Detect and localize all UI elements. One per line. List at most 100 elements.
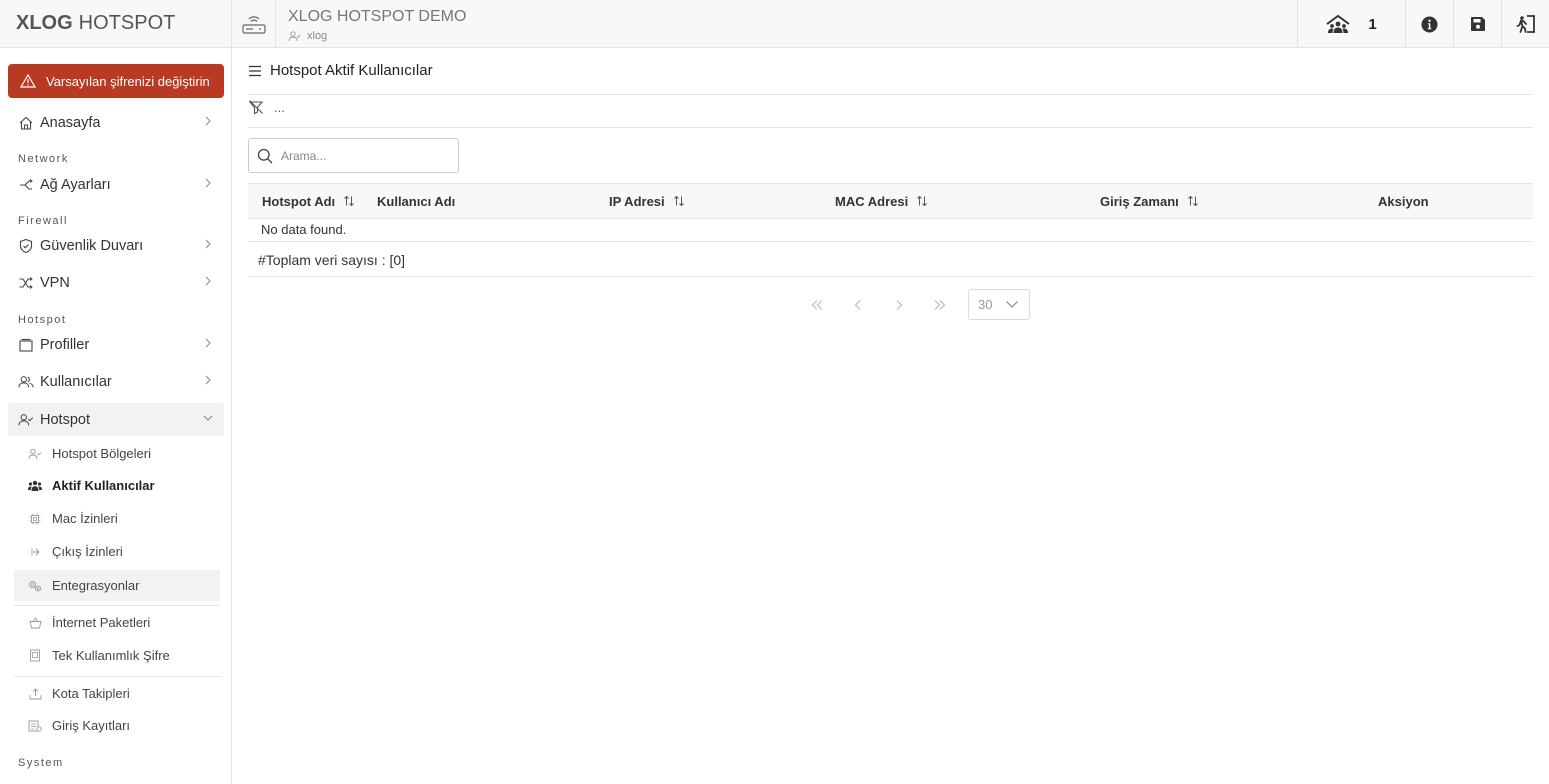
logout-button[interactable] [1501, 0, 1549, 48]
column-label: IP Adresi [609, 193, 665, 209]
logout-icon [1516, 15, 1535, 33]
info-button[interactable] [1405, 0, 1453, 48]
chevrons-left-icon [811, 299, 822, 310]
section-network: Network [18, 153, 69, 165]
chevron-right-icon [205, 239, 211, 249]
sidebar-item-network-settings[interactable]: Ağ Ayarları [8, 168, 224, 201]
page-size-select[interactable]: 30 [968, 289, 1030, 320]
prev-page-button[interactable] [837, 290, 878, 320]
sidebar-subitem-label: Entegrasyonlar [52, 578, 140, 593]
next-page-button[interactable] [878, 290, 919, 320]
search-box [248, 138, 459, 173]
home-icon [18, 115, 34, 131]
ticket-icon [28, 649, 42, 663]
chevron-right-icon [205, 338, 211, 348]
share-icon [18, 177, 34, 193]
sidebar-subitem-integrations[interactable]: Entegrasyonlar [14, 570, 220, 601]
info-icon [1421, 16, 1438, 32]
sidebar-item-label: VPN [40, 274, 70, 291]
users-icon [18, 374, 34, 390]
sidebar-subitem-exit-permissions[interactable]: Çıkış İzinleri [14, 536, 220, 567]
chevrons-right-icon [934, 299, 945, 310]
sidebar-item-vpn[interactable]: VPN [8, 266, 224, 299]
router-button[interactable] [232, 0, 276, 48]
sidebar-item-users[interactable]: Kullanıcılar [8, 365, 224, 398]
empty-message: No data found. [261, 222, 347, 237]
shield-icon [18, 238, 34, 254]
sidebar-subitem-internet-packages[interactable]: İnternet Paketleri [14, 607, 220, 638]
filter-bar[interactable]: ... [248, 99, 285, 115]
sidebar-subitem-mac-permissions[interactable]: Mac İzinleri [14, 503, 220, 534]
last-page-button[interactable] [919, 290, 960, 320]
filter-text: ... [274, 99, 285, 115]
divider [248, 241, 1533, 242]
sidebar-subitem-label: Hotspot Bölgeleri [52, 446, 151, 461]
online-users-icon [1326, 14, 1350, 33]
search-input[interactable] [281, 148, 451, 163]
sidebar-subitem-active-users[interactable]: Aktif Kullanıcılar [14, 470, 220, 501]
router-icon [241, 16, 266, 34]
total-count: #Toplam veri sayısı : [0] [258, 252, 406, 268]
column-username: Kullanıcı Adı [377, 184, 455, 218]
change-password-warning-button[interactable]: Varsayılan şifrenizi değiştirin [8, 64, 224, 98]
username: xlog [307, 30, 328, 42]
sidebar-subitem-label: Kota Takipleri [52, 686, 130, 701]
app-title: XLOG HOTSPOT DEMO [288, 8, 467, 25]
save-icon [1470, 17, 1485, 31]
column-mac-address[interactable]: MAC Adresi [835, 184, 928, 218]
sidebar-subitem-one-time-password[interactable]: Tek Kullanımlık Şifre [14, 640, 220, 671]
pagination: 30 [796, 289, 1030, 320]
sidebar-divider [14, 605, 220, 606]
chip-icon [28, 512, 42, 526]
chevron-right-icon [205, 116, 211, 126]
chevron-right-icon [896, 299, 902, 310]
sort-icon [344, 195, 355, 207]
sidebar-item-label: Hotspot [40, 411, 90, 428]
brand-logo[interactable]: XLOG HOTSPOT [0, 0, 231, 48]
sidebar-subitem-label: Giriş Kayıtları [52, 718, 131, 733]
sidebar-subitem-quota-tracking[interactable]: Kota Takipleri [14, 678, 220, 709]
column-action: Aksiyon [1378, 184, 1429, 218]
sidebar-item-label: Profiller [40, 336, 90, 353]
divider [248, 94, 1533, 95]
sidebar: XLOG HOTSPOT Varsayılan şifrenizi değişt… [0, 0, 232, 784]
column-label: Kullanıcı Adı [377, 193, 456, 209]
divider [248, 276, 1533, 277]
sidebar-item-home[interactable]: Anasayfa [8, 106, 224, 139]
chevron-left-icon [854, 299, 860, 310]
sign-out-icon [28, 545, 42, 559]
sidebar-subitem-login-records[interactable]: Giriş Kayıtları [14, 710, 220, 741]
search-icon [257, 148, 273, 163]
sidebar-item-hotspot[interactable]: Hotspot [8, 403, 224, 436]
warning-icon [20, 74, 36, 88]
sidebar-item-firewall[interactable]: Güvenlik Duvarı [8, 229, 224, 262]
page-title: Hotspot Aktif Kullanıcılar [270, 62, 433, 79]
column-login-time[interactable]: Giriş Zamanı [1100, 184, 1199, 218]
sidebar-subitem-label: Tek Kullanımlık Şifre [52, 648, 170, 663]
chevron-right-icon [205, 375, 211, 385]
shuffle-icon [18, 275, 34, 291]
sidebar-item-profiles[interactable]: Profiller [8, 328, 224, 361]
online-users-button[interactable]: 1 [1297, 0, 1405, 48]
table-header: Hotspot Adı Kullanıcı Adı IP Adresi MAC … [248, 183, 1533, 219]
online-users-count: 1 [1368, 15, 1377, 33]
save-button[interactable] [1453, 0, 1501, 48]
chevron-right-icon [205, 276, 211, 286]
column-label: Giriş Zamanı [1100, 193, 1179, 209]
user-icon [288, 30, 301, 41]
warning-text: Varsayılan şifrenizi değiştirin [46, 73, 210, 89]
sidebar-subitem-hotspot-zones[interactable]: Hotspot Bölgeleri [14, 438, 220, 469]
column-ip-address[interactable]: IP Adresi [609, 184, 685, 218]
column-label: Hotspot Adı [262, 193, 336, 209]
column-label: Aksiyon [1378, 193, 1429, 209]
current-user: xlog [288, 30, 327, 42]
menu-icon[interactable] [248, 65, 262, 77]
sort-icon [673, 195, 684, 207]
sidebar-item-label: Ağ Ayarları [40, 176, 111, 193]
upload-tray-icon [28, 687, 42, 701]
cogs-icon [28, 579, 42, 593]
column-hotspot-name[interactable]: Hotspot Adı [262, 184, 355, 218]
sidebar-item-label: Anasayfa [40, 114, 101, 131]
first-page-button[interactable] [796, 290, 837, 320]
column-label: MAC Adresi [835, 193, 909, 209]
